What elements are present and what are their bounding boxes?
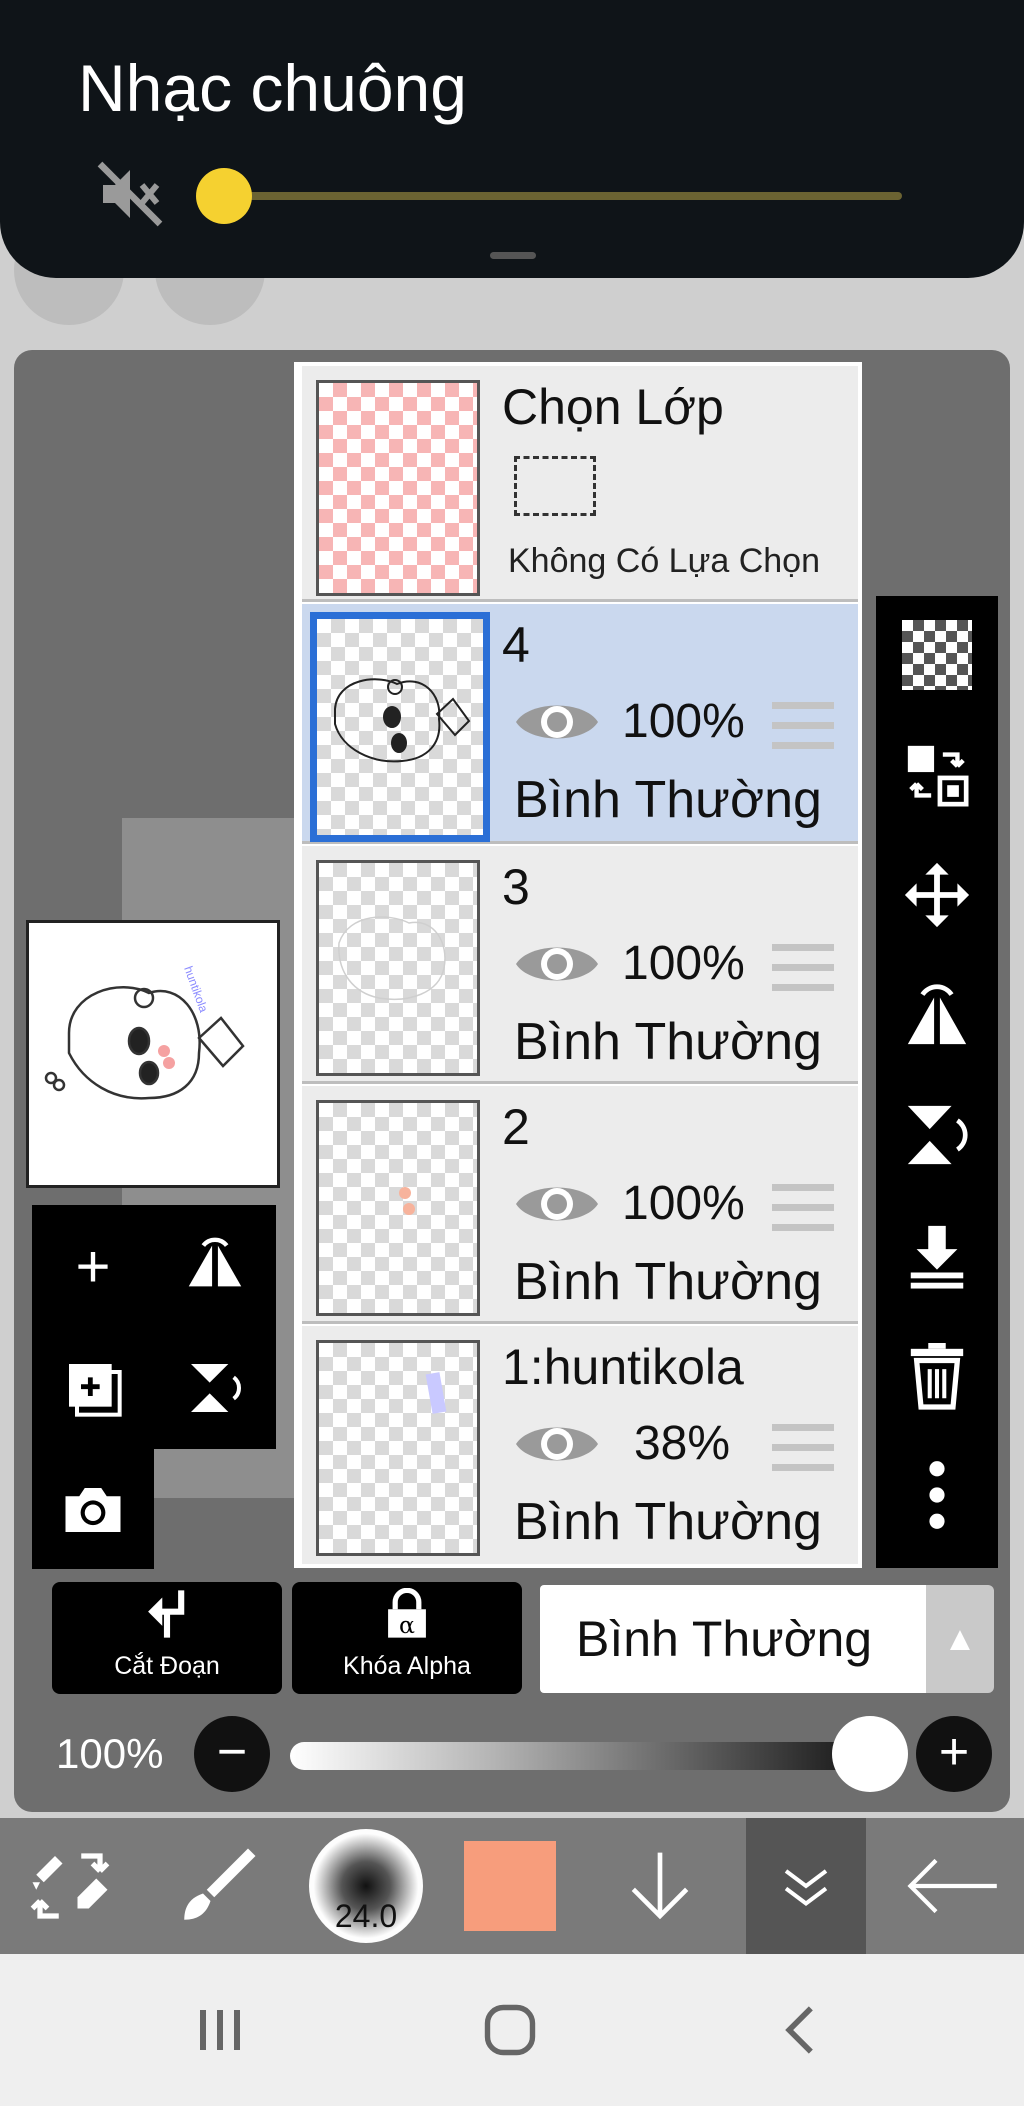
mute-icon[interactable] <box>94 158 166 230</box>
camera-button[interactable] <box>32 1449 154 1571</box>
brush-size-button[interactable]: 24.0 <box>296 1818 436 1954</box>
layer-opacity: 100% <box>622 1177 745 1230</box>
alpha-lock-button[interactable]: α Khóa Alpha <box>292 1582 522 1694</box>
layer-row[interactable]: 1:huntikola 38% Bình Thường <box>302 1326 858 1564</box>
merge-down-button[interactable] <box>876 1196 998 1314</box>
selection-status: Không Có Lựa Chọn <box>508 542 820 580</box>
swap-layers-button[interactable] <box>876 716 998 834</box>
clipping-button[interactable]: Cắt Đoạn <box>52 1582 282 1694</box>
add-layer-button[interactable]: + <box>32 1205 154 1327</box>
flip-horizontal-button[interactable] <box>154 1205 276 1327</box>
tool-switch-button[interactable] <box>0 1818 140 1954</box>
back-arrow-icon[interactable] <box>880 1818 1024 1954</box>
volume-popup-handle[interactable] <box>490 252 536 259</box>
volume-slider-knob[interactable] <box>196 168 252 224</box>
move-button[interactable] <box>876 836 998 954</box>
layer-row[interactable]: 3 100% Bình Thường <box>302 846 858 1084</box>
color-button[interactable] <box>444 1818 576 1954</box>
volume-title: Nhạc chuông <box>78 51 467 125</box>
opacity-value: 100% <box>56 1730 164 1777</box>
layer-list: Chọn Lớp Không Có Lựa Chọn 4 100% Bình T… <box>294 362 862 1568</box>
layer-panel-toggle[interactable] <box>746 1818 866 1954</box>
layer-row[interactable]: 4 100% Bình Thường <box>302 604 858 844</box>
brush-size-value: 24.0 <box>334 1898 398 1934</box>
right-layer-tools <box>876 596 998 1568</box>
brush-icon[interactable] <box>148 1818 288 1954</box>
bottom-toolbar: 24.0 <box>0 1818 1024 1954</box>
layer-opacity: 100% <box>622 937 745 990</box>
clipping-icon <box>52 1588 282 1644</box>
eye-icon[interactable] <box>514 938 600 990</box>
layer-thumbnail <box>316 1100 480 1316</box>
lock-icon: α <box>292 1587 522 1644</box>
more-options-icon[interactable] <box>876 1436 998 1554</box>
eye-icon[interactable] <box>514 1178 600 1230</box>
brush-preview: 24.0 <box>309 1829 423 1943</box>
selection-layer-row[interactable]: Chọn Lớp Không Có Lựa Chọn <box>302 366 858 602</box>
add-layer-copy-button[interactable] <box>32 1327 154 1449</box>
layer-blend-mode: Bình Thường <box>514 1013 822 1071</box>
checker-icon <box>902 620 972 690</box>
layer-blend-mode: Bình Thường <box>514 1253 822 1311</box>
layer-row[interactable]: 2 100% Bình Thường <box>302 1086 858 1324</box>
drag-handle-icon[interactable] <box>772 944 834 1004</box>
svg-text:α: α <box>399 1611 415 1639</box>
drag-handle-icon[interactable] <box>772 702 834 762</box>
delete-button[interactable] <box>876 1316 998 1434</box>
alpha-lock-label: Khóa Alpha <box>343 1652 471 1680</box>
color-swatch <box>464 1841 556 1931</box>
recent-apps-icon[interactable] <box>160 1954 280 2106</box>
eye-icon[interactable] <box>514 696 600 748</box>
layer-name: 3 <box>502 859 530 915</box>
layer-opacity: 100% <box>622 695 745 748</box>
layer-blend-mode: Bình Thường <box>514 1493 822 1551</box>
opacity-decrease-button[interactable]: − <box>194 1716 270 1792</box>
layer-blend-mode: Bình Thường <box>514 771 822 829</box>
back-icon[interactable] <box>740 1954 860 2106</box>
eye-icon[interactable] <box>514 1418 600 1470</box>
layer-name: 2 <box>502 1099 530 1155</box>
svg-text:huntikola: huntikola <box>181 964 211 1014</box>
selection-layer-label: Chọn Lớp <box>502 379 724 435</box>
volume-popup <box>0 0 1024 278</box>
camera-tool-box <box>32 1449 154 1569</box>
layer-thumbnail <box>316 860 480 1076</box>
arrow-down-icon[interactable] <box>590 1818 730 1954</box>
flip-vertical-button[interactable] <box>154 1327 276 1449</box>
flip-horizontal-button[interactable] <box>876 956 998 1074</box>
layer-thumbnail <box>316 1340 480 1556</box>
opacity-increase-button[interactable]: + <box>916 1716 992 1792</box>
drag-handle-icon[interactable] <box>772 1424 834 1484</box>
drag-handle-icon[interactable] <box>772 1184 834 1244</box>
canvas-thumbnail[interactable]: huntikola <box>26 920 280 1188</box>
transparency-button[interactable] <box>876 596 998 714</box>
layer-thumbnail <box>310 612 490 842</box>
selection-marquee-icon <box>514 456 596 516</box>
flip-vertical-button[interactable] <box>876 1076 998 1194</box>
opacity-slider-track[interactable] <box>290 1742 870 1770</box>
volume-slider-track[interactable] <box>222 192 902 200</box>
chevron-up-icon[interactable]: ▲ <box>926 1585 994 1693</box>
layer-name: 4 <box>502 617 530 673</box>
clipping-label: Cắt Đoạn <box>114 1652 220 1680</box>
selection-layer-thumbnail <box>316 380 480 596</box>
opacity-slider-knob[interactable] <box>832 1716 908 1792</box>
layer-name: 1:huntikola <box>502 1339 744 1395</box>
home-icon[interactable] <box>450 1954 570 2106</box>
system-nav-bar <box>0 1954 1024 2106</box>
left-layer-tools: + <box>32 1205 276 1449</box>
layer-opacity: 38% <box>633 1417 731 1470</box>
blend-mode-select[interactable]: Bình Thường <box>540 1585 926 1693</box>
